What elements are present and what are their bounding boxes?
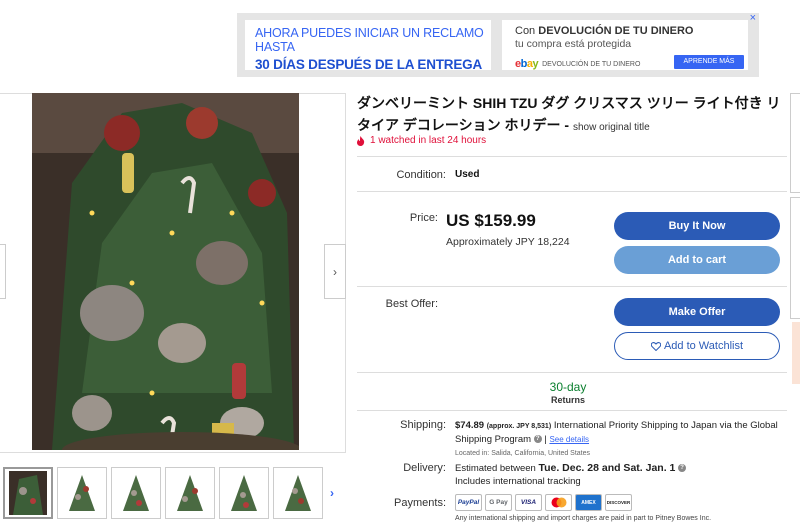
divider — [357, 372, 787, 373]
thumbnail-image — [117, 471, 155, 515]
thumbnail-image — [63, 471, 101, 515]
visa-icon: VISA — [515, 494, 542, 511]
promo-banner[interactable]: AHORA PUEDES INICIAR UN RECLAMO HASTA 30… — [237, 12, 759, 77]
thumbnail[interactable] — [111, 467, 161, 519]
thumbnail-image — [279, 471, 317, 515]
thumbnail-image — [171, 471, 209, 515]
returns-days: 30-day — [549, 380, 587, 394]
money-back-promo: Con DEVOLUCIÓN DE TU DINERO tu compra es… — [502, 20, 748, 70]
item-location: Located in: Salida, California, United S… — [455, 450, 591, 457]
amex-icon: AMEX — [575, 494, 602, 511]
claim-promo-line2: 30 DÍAS DESPUÉS DE LA ENTREGA — [255, 57, 482, 72]
shipping-label: Shipping: — [400, 419, 446, 431]
best-offer-label: Best Offer: — [385, 298, 438, 310]
returns-label: Returns — [550, 395, 585, 405]
divider — [357, 410, 787, 411]
price-value: US $159.99 — [446, 211, 536, 230]
add-to-watchlist-button[interactable]: Add to Watchlist — [614, 332, 780, 360]
price-label: Price: — [409, 212, 438, 224]
thumbnail[interactable] — [57, 467, 107, 519]
info-icon[interactable]: ? — [533, 435, 542, 444]
mastercard-icon — [545, 494, 572, 511]
fire-icon — [357, 135, 365, 146]
condition-value: Used — [455, 169, 480, 180]
ebay-logo: ebay — [515, 58, 539, 70]
thumbnail-image — [9, 471, 47, 515]
info-icon[interactable]: ? — [678, 464, 687, 473]
learn-more-button[interactable]: APRENDE MÁS — [674, 55, 744, 69]
payments-label: Payments: — [394, 497, 446, 509]
payments-note: Any international shipping and import ch… — [455, 515, 712, 522]
delivery-details: Estimated between Tue. Dec. 28 and Sat. … — [455, 462, 785, 488]
thumbnail[interactable] — [3, 467, 53, 519]
thumbnail[interactable] — [165, 467, 215, 519]
thumbnail[interactable] — [219, 467, 269, 519]
divider — [357, 191, 787, 192]
heart-icon — [650, 341, 661, 351]
shipping-details: $74.89 (approx. JPY 8,531) International… — [455, 420, 778, 457]
thumbnail-image — [225, 471, 263, 515]
google-pay-icon: G Pay — [485, 494, 512, 511]
side-panel-edge — [792, 322, 800, 384]
see-details-link[interactable]: See details — [549, 435, 589, 444]
delivery-label: Delivery: — [403, 462, 446, 474]
add-to-cart-button[interactable]: Add to cart — [614, 246, 780, 274]
side-panel-edge — [790, 93, 800, 193]
returns-badge: 30-day Returns — [520, 380, 616, 405]
side-panel-edge — [790, 197, 800, 319]
money-back-line3: ebay DEVOLUCIÓN DE TU DINERO — [515, 58, 641, 70]
listing-title: ダンベリーミント SHIH TZU ダグ クリスマス ツリー ライト付き リタイ… — [357, 95, 781, 133]
make-offer-button[interactable]: Make Offer — [614, 298, 780, 326]
thumbnail-next-icon[interactable]: › — [330, 486, 334, 500]
add-to-watchlist-label: Add to Watchlist — [663, 340, 744, 352]
paypal-icon: PayPal — [455, 494, 482, 511]
money-back-line1: Con DEVOLUCIÓN DE TU DINERO — [515, 25, 694, 37]
thumbnail[interactable] — [273, 467, 323, 519]
money-back-line2: tu compra está protegida — [515, 38, 632, 50]
claim-promo-line1: AHORA PUEDES INICIAR UN RECLAMO HASTA — [255, 26, 484, 54]
buy-it-now-button[interactable]: Buy It Now — [614, 212, 780, 240]
show-original-title-link[interactable]: show original title — [573, 122, 650, 133]
divider — [357, 156, 787, 157]
page: { "ad": { "left_line1": "AHORA PUEDES IN… — [0, 0, 800, 524]
condition-label: Condition: — [396, 169, 446, 181]
approx-price: Approximately JPY 18,224 — [446, 236, 570, 248]
claim-promo: AHORA PUEDES INICIAR UN RECLAMO HASTA 30… — [245, 20, 491, 72]
prev-image-button[interactable] — [0, 244, 6, 299]
chevron-right-icon: › — [333, 264, 337, 279]
main-product-image[interactable] — [32, 93, 299, 450]
discover-icon: DISCOVER — [605, 494, 632, 511]
divider — [357, 286, 787, 287]
next-image-button[interactable]: › — [324, 244, 346, 299]
thumbnail-strip — [3, 467, 327, 519]
watched-text: 1 watched in last 24 hours — [370, 135, 487, 146]
close-icon[interactable]: × — [750, 12, 756, 24]
payment-methods: PayPal G Pay VISA AMEX DISCOVER — [455, 494, 635, 511]
watched-indicator: 1 watched in last 24 hours — [356, 135, 486, 146]
